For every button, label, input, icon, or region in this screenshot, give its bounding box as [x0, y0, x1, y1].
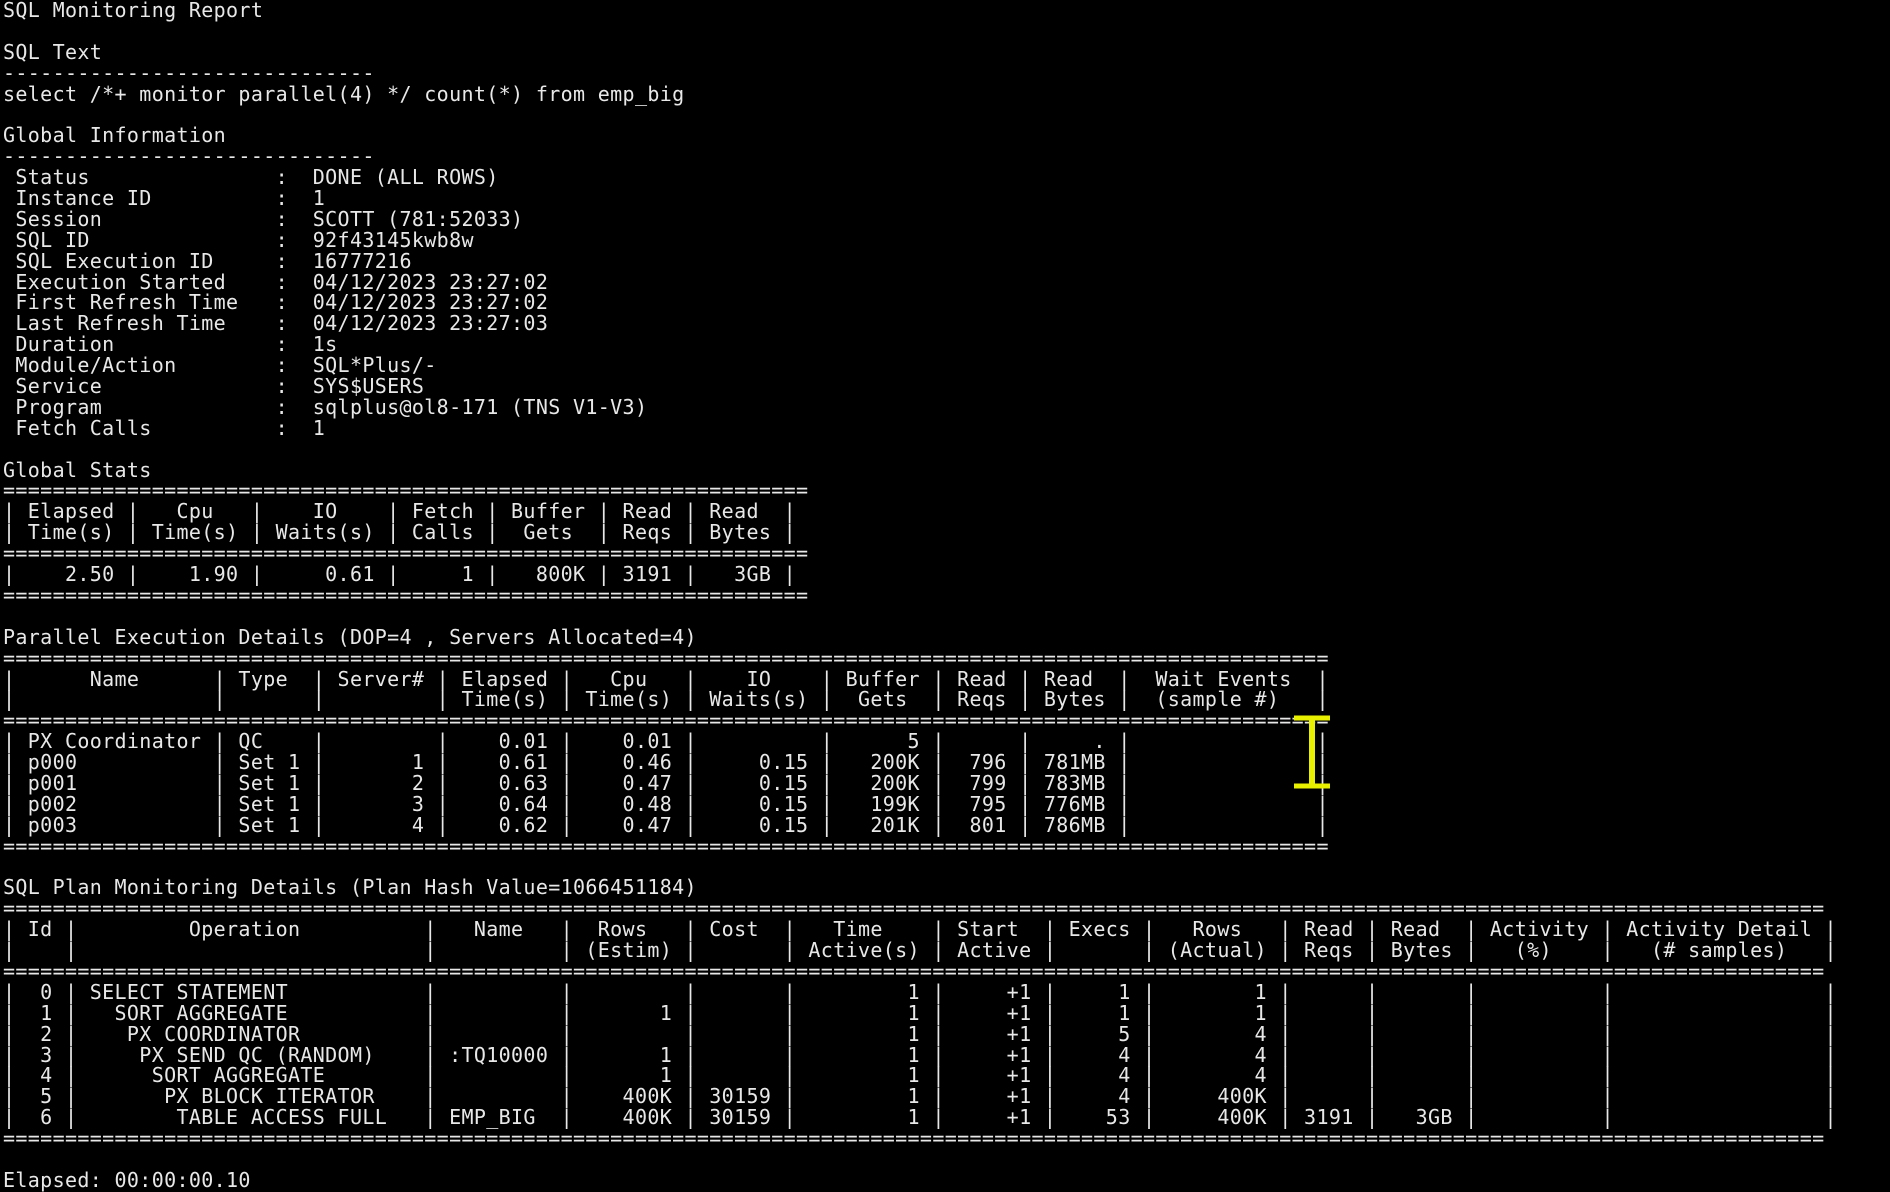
- terminal-line: SQL Plan Monitoring Details (Plan Hash V…: [3, 875, 697, 900]
- terminal-output[interactable]: SQL Monitoring Report SQL Text -----------…: [3, 0, 1837, 1191]
- terminal-line: | Elapsed | Cpu | IO | Fetch | Buffer | …: [3, 499, 797, 524]
- terminal-line: Global Stats: [3, 457, 152, 482]
- terminal-line: Parallel Execution Details (DOP=4 , Serv…: [3, 624, 697, 649]
- terminal-line: | Name | Type | Server# | Elapsed | Cpu …: [3, 666, 1329, 691]
- terminal-line: ========================================…: [3, 833, 1329, 858]
- terminal-line: ========================================…: [3, 645, 1329, 670]
- terminal-line: Elapsed: 00:00:00.10: [3, 1167, 251, 1192]
- terminal-line: Session : SCOTT (781:52033): [3, 206, 524, 231]
- terminal-line: | 5 | PX BLOCK ITERATOR | | 400K | 30159…: [3, 1084, 1837, 1109]
- terminal-line: | 6 | TABLE ACCESS FULL | EMP_BIG | 400K…: [3, 1105, 1837, 1130]
- terminal-line: | p000 | Set 1 | 1 | 0.61 | 0.46 | 0.15 …: [3, 750, 1329, 775]
- terminal-line: Status : DONE (ALL ROWS): [3, 165, 499, 190]
- terminal-line: | p003 | Set 1 | 4 | 0.62 | 0.47 | 0.15 …: [3, 812, 1329, 837]
- terminal-line: ========================================…: [3, 478, 809, 503]
- terminal-line: | 2.50 | 1.90 | 0.61 | 1 | 800K | 3191 |…: [3, 562, 797, 587]
- terminal-line: | | | | Time(s) | Time(s) | Waits(s) | G…: [3, 687, 1329, 712]
- terminal-line: Execution Started : 04/12/2023 23:27:02: [3, 269, 549, 294]
- terminal-line: ========================================…: [3, 708, 1329, 733]
- terminal-line: | p001 | Set 1 | 2 | 0.63 | 0.47 | 0.15 …: [3, 770, 1329, 795]
- terminal-line: select /*+ monitor parallel(4) */ count(…: [3, 81, 685, 106]
- terminal-line: First Refresh Time : 04/12/2023 23:27:02: [3, 290, 549, 315]
- terminal-line: Duration : 1s: [3, 332, 338, 357]
- terminal-line: Service : SYS$USERS: [3, 374, 425, 399]
- terminal-line: ========================================…: [3, 582, 809, 607]
- terminal-line: Instance ID : 1: [3, 186, 326, 211]
- terminal-line: | 0 | SELECT STATEMENT | | | | 1 | +1 | …: [3, 979, 1837, 1004]
- terminal-line: Fetch Calls : 1: [3, 415, 326, 440]
- terminal-line: SQL Text: [3, 39, 103, 64]
- terminal-line: ------------------------------: [3, 144, 375, 169]
- terminal-line: ========================================…: [3, 1126, 1825, 1151]
- terminal-line: SQL Monitoring Report: [3, 0, 264, 22]
- terminal-line: ------------------------------: [3, 60, 375, 85]
- terminal-line: | 4 | SORT AGGREGATE | | 1 | | 1 | +1 | …: [3, 1063, 1837, 1088]
- terminal-line: ========================================…: [3, 958, 1825, 983]
- terminal-line: | 2 | PX COORDINATOR | | | | 1 | +1 | 5 …: [3, 1021, 1837, 1046]
- terminal-line: | 1 | SORT AGGREGATE | | 1 | | 1 | +1 | …: [3, 1000, 1837, 1025]
- terminal-line: | Id | Operation | Name | Rows | Cost | …: [3, 917, 1837, 942]
- terminal-line: Program : sqlplus@ol8-171 (TNS V1-V3): [3, 394, 648, 419]
- terminal-line: ========================================…: [3, 896, 1825, 921]
- terminal-line: | 3 | PX SEND QC (RANDOM) | :TQ10000 | 1…: [3, 1042, 1837, 1067]
- text-cursor-ibeam-icon: [1294, 715, 1330, 789]
- terminal-line: | p002 | Set 1 | 3 | 0.64 | 0.48 | 0.15 …: [3, 791, 1329, 816]
- terminal-line: | | | | (Estim) | | Active(s) | Active |…: [3, 938, 1837, 963]
- terminal-line: | PX Coordinator | QC | | 0.01 | 0.01 | …: [3, 729, 1329, 754]
- terminal-line: SQL ID : 92f43145kwb8w: [3, 227, 474, 252]
- terminal-line: SQL Execution ID : 16777216: [3, 248, 412, 273]
- terminal-line: Global Information: [3, 123, 227, 148]
- terminal-line: ========================================…: [3, 541, 809, 566]
- terminal-line: Last Refresh Time : 04/12/2023 23:27:03: [3, 311, 549, 336]
- terminal-line: | Time(s) | Time(s) | Waits(s) | Calls |…: [3, 520, 797, 545]
- terminal-line: Module/Action : SQL*Plus/-: [3, 353, 437, 378]
